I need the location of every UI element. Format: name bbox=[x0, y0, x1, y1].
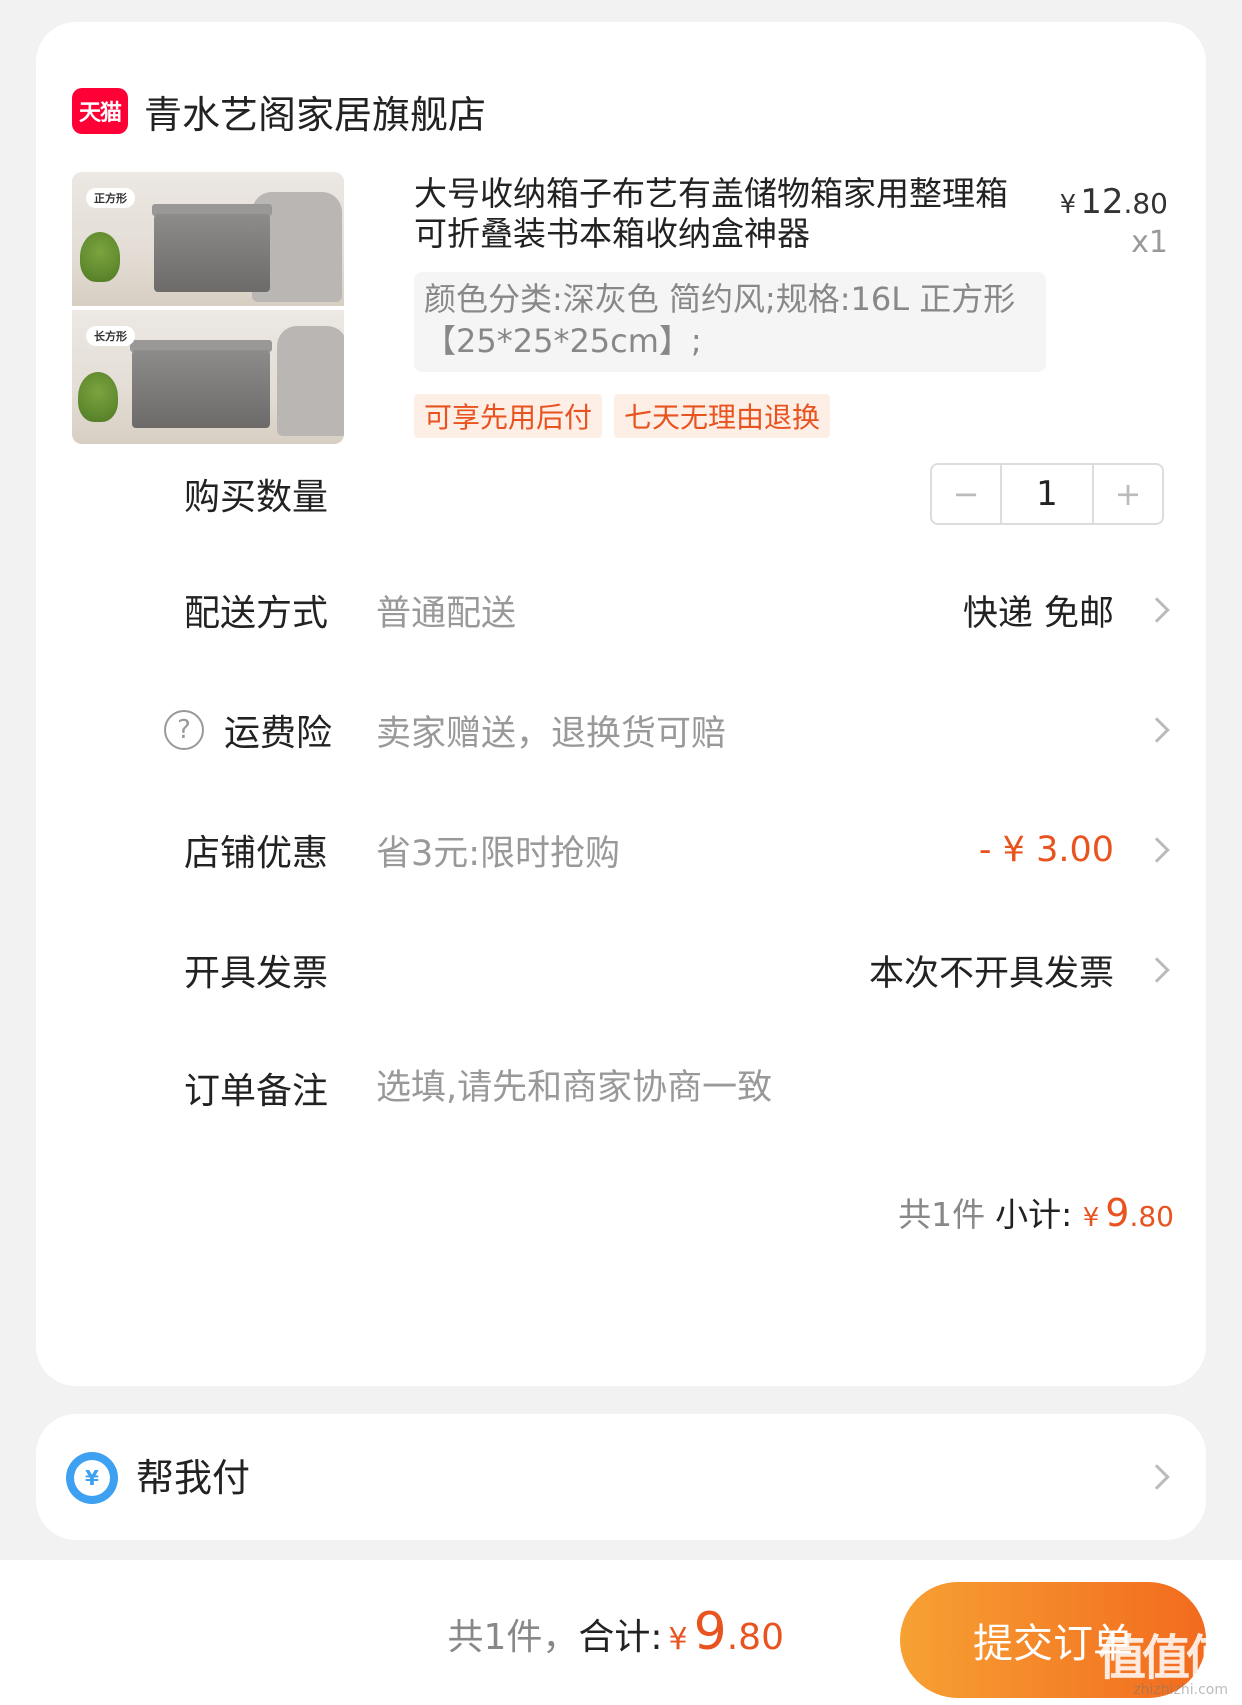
invoice-label: 开具发票 bbox=[184, 953, 329, 994]
product-image-rect: 长方形 bbox=[72, 310, 344, 444]
tmall-logo-icon: 天猫 bbox=[72, 88, 128, 134]
subtotal-count: 共1件 bbox=[898, 1195, 986, 1234]
subtotal-label: 小计: bbox=[995, 1195, 1073, 1234]
invoice-row[interactable]: 开具发票 本次不开具发票 bbox=[36, 930, 1206, 1010]
chevron-right-icon bbox=[1144, 597, 1170, 623]
decrease-button[interactable]: − bbox=[932, 465, 1000, 523]
checkout-bar: 共1件，合计: ¥9.80 提交订单 值值值 zhizhizhi.com bbox=[0, 1560, 1242, 1705]
sku-info[interactable]: 颜色分类:深灰色 简约风;规格:16L 正方形【25*25*25cm】; bbox=[414, 272, 1046, 372]
discount-value: - ¥ 3.00 bbox=[978, 830, 1114, 870]
product-quantity: x1 bbox=[1131, 225, 1168, 260]
pay-for-me-label: 帮我付 bbox=[136, 1456, 251, 1500]
total-count: 共1件， bbox=[447, 1617, 579, 1658]
quantity-label: 购买数量 bbox=[184, 477, 329, 518]
watermark-url: zhizhizhi.com bbox=[1133, 1682, 1228, 1698]
delivery-label: 配送方式 bbox=[184, 593, 329, 634]
pay-for-me-card[interactable]: ¥ 帮我付 bbox=[36, 1414, 1206, 1540]
note-label: 订单备注 bbox=[184, 1071, 329, 1112]
watermark-logo: 值值值 bbox=[1097, 1630, 1234, 1686]
subtotal-amount: ¥9.80 bbox=[1082, 1191, 1174, 1235]
chevron-right-icon bbox=[1144, 717, 1170, 743]
order-card: 天猫 青水艺阁家居旗舰店 正方形 长方形 大号收纳箱子布艺有盖储物箱家用整理箱可… bbox=[36, 22, 1206, 1386]
tag-seven-day-return: 七天无理由退换 bbox=[614, 394, 831, 438]
insurance-sub: 卖家赠送，退换货可赔 bbox=[376, 713, 727, 754]
store-name[interactable]: 青水艺阁家居旗舰店 bbox=[144, 84, 486, 139]
product-image[interactable]: 正方形 长方形 bbox=[72, 172, 344, 444]
product-title[interactable]: 大号收纳箱子布艺有盖储物箱家用整理箱可折叠装书本箱收纳盒神器 bbox=[414, 174, 1034, 254]
chevron-right-icon bbox=[1144, 1464, 1170, 1490]
delivery-value: 快递 免邮 bbox=[962, 593, 1114, 634]
service-tags: 可享先用后付 七天无理由退换 bbox=[414, 394, 831, 438]
quantity-value[interactable]: 1 bbox=[1000, 465, 1094, 523]
discount-label: 店铺优惠 bbox=[184, 833, 329, 874]
help-icon[interactable]: ? bbox=[164, 710, 204, 750]
invoice-value: 本次不开具发票 bbox=[868, 953, 1114, 994]
yuan-coin-icon: ¥ bbox=[66, 1452, 118, 1504]
insurance-label: 运费险 bbox=[224, 713, 333, 754]
discount-sub: 省3元:限时抢购 bbox=[376, 833, 621, 874]
store-header[interactable]: 天猫 青水艺阁家居旗舰店 bbox=[72, 66, 486, 156]
order-note-row: 订单备注 bbox=[36, 1048, 1206, 1128]
store-discount-row[interactable]: 店铺优惠 省3元:限时抢购 - ¥ 3.00 bbox=[36, 810, 1206, 890]
chevron-right-icon bbox=[1144, 837, 1170, 863]
total-label: 合计: bbox=[578, 1617, 663, 1658]
subtotal: 共1件 小计: ¥9.80 bbox=[898, 1188, 1174, 1236]
product-price: ¥12.80 bbox=[1059, 182, 1168, 222]
image-tag-square: 正方形 bbox=[86, 188, 135, 208]
quantity-stepper: − 1 + bbox=[930, 463, 1164, 525]
product-image-square: 正方形 bbox=[72, 172, 344, 306]
delivery-row[interactable]: 配送方式 普通配送 快递 免邮 bbox=[36, 570, 1206, 650]
tag-pay-later: 可享先用后付 bbox=[414, 394, 603, 438]
insurance-row[interactable]: ? 运费险 卖家赠送，退换货可赔 bbox=[36, 690, 1206, 770]
delivery-sub: 普通配送 bbox=[376, 593, 517, 634]
quantity-row: 购买数量 − 1 + bbox=[36, 454, 1206, 534]
image-tag-rect: 长方形 bbox=[86, 326, 135, 346]
total-amount: ¥9.80 bbox=[668, 1602, 784, 1662]
order-note-input[interactable] bbox=[376, 1068, 1136, 1108]
chevron-right-icon bbox=[1144, 957, 1170, 983]
order-total: 共1件，合计: ¥9.80 bbox=[448, 1602, 785, 1662]
increase-button[interactable]: + bbox=[1094, 465, 1162, 523]
